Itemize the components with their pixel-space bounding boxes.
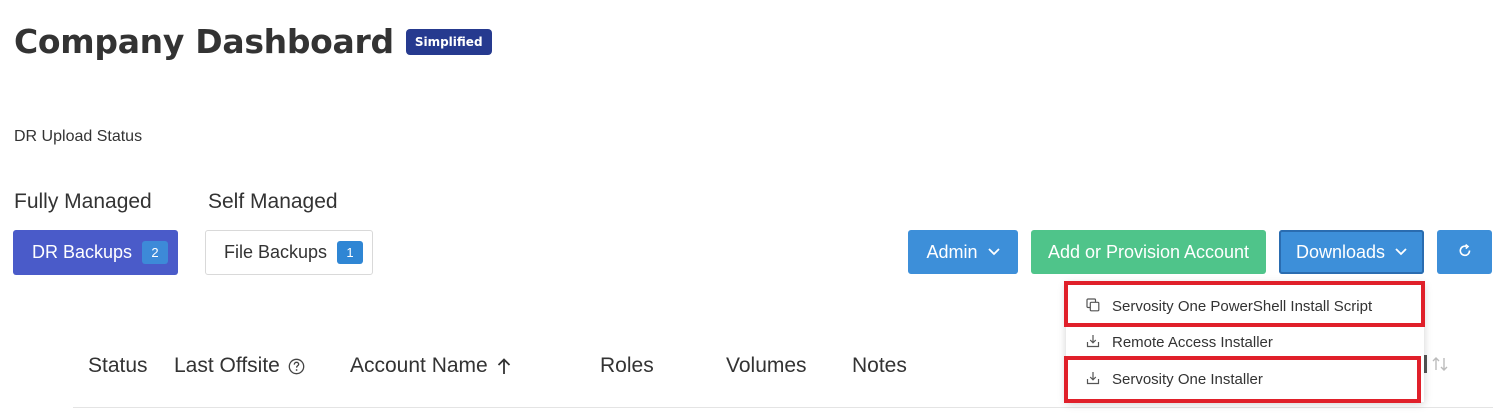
- column-header-notes[interactable]: Notes: [852, 354, 907, 378]
- self-managed-label: Self Managed: [208, 190, 338, 213]
- table-header: Status Last Offsite Account Name Roles V…: [0, 354, 1060, 384]
- dr-backups-tab[interactable]: DR Backups 2: [13, 230, 178, 275]
- dr-upload-status-label: DR Upload Status: [14, 128, 143, 145]
- simplified-badge: Simplified: [405, 28, 492, 55]
- dr-backups-count-badge: 2: [142, 241, 169, 264]
- dr-backups-label: DR Backups: [32, 242, 133, 262]
- table-divider: [73, 407, 1493, 408]
- column-header-account-name[interactable]: Account Name: [350, 354, 511, 378]
- chevron-down-icon: [1395, 248, 1407, 256]
- sort-ascending-icon: [497, 357, 511, 375]
- fully-managed-label: Fully Managed: [14, 190, 152, 213]
- highlight-box: [1064, 281, 1425, 327]
- downloads-button[interactable]: Downloads: [1279, 230, 1424, 274]
- file-backups-label: File Backups: [224, 242, 328, 262]
- column-sort-control[interactable]: [1420, 355, 1449, 373]
- highlight-box: [1064, 356, 1421, 403]
- chevron-down-icon: [987, 248, 1000, 256]
- help-circle-icon[interactable]: [288, 358, 305, 375]
- download-icon: [1086, 334, 1102, 350]
- column-header-volumes[interactable]: Volumes: [726, 354, 807, 378]
- admin-label: Admin: [926, 241, 978, 262]
- admin-button[interactable]: Admin: [908, 230, 1018, 274]
- add-or-provision-account-button[interactable]: Add or Provision Account: [1031, 230, 1266, 274]
- downloads-label: Downloads: [1295, 241, 1386, 262]
- file-backups-count-badge: 1: [337, 241, 364, 264]
- page-header: Company Dashboard Simplified: [14, 22, 492, 61]
- sort-both-icon: [1431, 356, 1449, 372]
- menu-item-remote-access-installer[interactable]: Remote Access Installer: [1066, 325, 1424, 359]
- file-backups-tab[interactable]: File Backups 1: [205, 230, 373, 275]
- refresh-icon: [1458, 242, 1472, 263]
- column-header-roles[interactable]: Roles: [600, 354, 654, 378]
- column-header-status[interactable]: Status: [88, 354, 148, 378]
- page-title: Company Dashboard: [14, 22, 394, 61]
- refresh-button[interactable]: [1437, 230, 1492, 274]
- menu-item-label: Remote Access Installer: [1112, 333, 1273, 351]
- column-header-last-offsite[interactable]: Last Offsite: [174, 354, 305, 378]
